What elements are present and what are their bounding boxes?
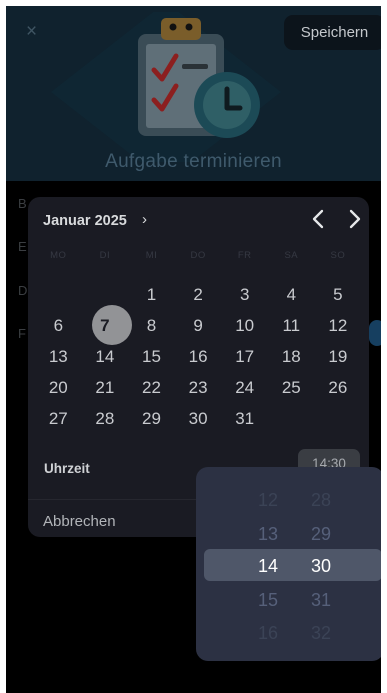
calendar-day[interactable]: 14 xyxy=(82,342,129,372)
calendar-day[interactable]: 19 xyxy=(315,342,362,372)
calendar-day[interactable]: 4 xyxy=(268,280,315,310)
weekday-label: MI xyxy=(145,250,158,261)
clip-hole-left xyxy=(169,23,177,31)
minute-option[interactable]: 28 xyxy=(291,490,351,511)
calendar-day[interactable]: 25 xyxy=(268,373,315,403)
weekday-label: DO xyxy=(190,250,206,261)
month-year-button[interactable]: Januar 2025 xyxy=(43,213,127,229)
calendar-day[interactable]: 23 xyxy=(175,373,222,403)
cancel-button[interactable]: Abbrechen xyxy=(43,513,116,530)
calendar-day[interactable]: 16 xyxy=(175,342,222,372)
calendar-day[interactable]: 24 xyxy=(221,373,268,403)
calendar-day[interactable]: 10 xyxy=(221,311,268,341)
calendar-day xyxy=(35,280,82,310)
hour-option[interactable]: 15 xyxy=(238,590,298,611)
weekday-label: DI xyxy=(99,250,111,261)
calendar-day xyxy=(268,404,315,434)
calendar-day[interactable]: 12 xyxy=(315,311,362,341)
calendar-day[interactable]: 31 xyxy=(221,404,268,434)
calendar-day[interactable]: 22 xyxy=(128,373,175,403)
chevron-right-icon[interactable] xyxy=(340,206,368,232)
hour-option[interactable]: 16 xyxy=(238,623,298,644)
calendar-day[interactable]: 5 xyxy=(315,280,362,310)
calendar-day[interactable]: 27 xyxy=(35,404,82,434)
calendar-day[interactable]: 9 xyxy=(175,311,222,341)
app-screen: × Speichern Aufgabe terminieren B E D F … xyxy=(6,6,381,693)
calendar-day[interactable]: 18 xyxy=(268,342,315,372)
calendar-day xyxy=(82,280,129,310)
calendar-day-selected[interactable]: 7 xyxy=(82,311,129,341)
weekday-label: MO xyxy=(50,250,67,261)
clipboard-checklist-icon xyxy=(51,12,281,162)
chevron-right-icon[interactable]: › xyxy=(142,211,147,228)
calendar-day[interactable]: 21 xyxy=(82,373,129,403)
hour-option[interactable]: 13 xyxy=(238,524,298,545)
calendar-day xyxy=(315,404,362,434)
calendar-day[interactable]: 17 xyxy=(221,342,268,372)
calendar-day[interactable]: 26 xyxy=(315,373,362,403)
clip-hole-right xyxy=(185,23,193,31)
header: × Speichern Aufgabe terminieren xyxy=(6,6,381,181)
hour-selected[interactable]: 14 xyxy=(238,556,298,577)
background-toggle xyxy=(369,320,381,346)
checklist-line-top xyxy=(182,64,208,69)
calendar-day[interactable]: 8 xyxy=(128,311,175,341)
calendar-day[interactable]: 15 xyxy=(128,342,175,372)
clipboard-clip xyxy=(161,18,201,40)
weekday-label: SA xyxy=(284,250,299,261)
weekday-label: SO xyxy=(330,250,346,261)
page-title: Aufgabe terminieren xyxy=(105,151,282,172)
hour-option[interactable]: 12 xyxy=(238,490,298,511)
time-label: Uhrzeit xyxy=(44,461,90,476)
minute-option[interactable]: 31 xyxy=(291,590,351,611)
calendar-day[interactable]: 30 xyxy=(175,404,222,434)
calendar-day[interactable]: 1 xyxy=(128,280,175,310)
calendar-day[interactable]: 20 xyxy=(35,373,82,403)
calendar-day[interactable]: 11 xyxy=(268,311,315,341)
chevron-left-icon[interactable] xyxy=(305,206,333,232)
weekday-label: FR xyxy=(237,250,252,261)
minute-option[interactable]: 32 xyxy=(291,623,351,644)
calendar-day[interactable]: 3 xyxy=(221,280,268,310)
calendar-day[interactable]: 28 xyxy=(82,404,129,434)
minute-selected[interactable]: 30 xyxy=(291,556,351,577)
calendar-day[interactable]: 13 xyxy=(35,342,82,372)
time-wheel[interactable]: 12 13 14 15 16 28 29 30 31 32 xyxy=(196,467,381,661)
calendar-day[interactable]: 6 xyxy=(35,311,82,341)
save-button[interactable]: Speichern xyxy=(284,15,381,50)
minute-option[interactable]: 29 xyxy=(291,524,351,545)
calendar-day[interactable]: 29 xyxy=(128,404,175,434)
calendar-day[interactable]: 2 xyxy=(175,280,222,310)
